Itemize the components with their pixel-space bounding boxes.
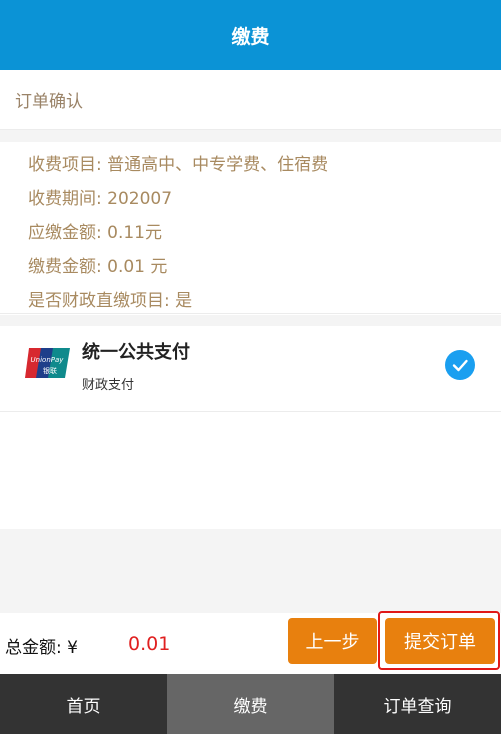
detail-fee-items: 收费项目: 普通高中、中专学费、住宿费 xyxy=(28,155,329,175)
content-spacer-gray xyxy=(0,529,501,613)
unionpay-icon: UnionPay 银联 xyxy=(25,348,70,378)
detail-amount-due: 应缴金额: 0.11元 xyxy=(28,223,162,243)
tab-home[interactable]: 首页 xyxy=(0,674,167,734)
svg-text:UnionPay: UnionPay xyxy=(31,356,65,364)
payment-subtitle: 财政支付 xyxy=(82,378,135,393)
checkmark-circle-icon[interactable] xyxy=(445,350,475,380)
header-bar: 缴费 xyxy=(0,0,501,70)
previous-step-button[interactable]: 上一步 xyxy=(288,618,377,664)
order-confirm-title: 订单确认 xyxy=(15,92,83,112)
tab-payment[interactable]: 缴费 xyxy=(167,674,334,734)
order-confirm-section: 订单确认 xyxy=(0,70,501,130)
detail-fee-period: 收费期间: 202007 xyxy=(28,189,173,209)
payment-option-unified-public-pay[interactable]: UnionPay 银联 统一公共支付 财政支付 xyxy=(0,326,501,412)
total-amount-value: 0.01 xyxy=(128,633,171,655)
detail-amount-paid: 缴费金额: 0.01 元 xyxy=(28,257,168,277)
svg-text:银联: 银联 xyxy=(43,366,57,375)
detail-direct-pay: 是否财政直缴项目: 是 xyxy=(28,291,193,311)
page-title: 缴费 xyxy=(231,25,270,48)
order-action-bar: 总金额: ¥ 0.01 上一步 提交订单 xyxy=(0,611,501,674)
divider xyxy=(0,315,501,326)
divider xyxy=(0,130,501,142)
total-amount-label: 总金额: ¥ xyxy=(5,638,78,658)
tab-order-query[interactable]: 订单查询 xyxy=(334,674,501,734)
content-spacer xyxy=(0,412,501,529)
submit-order-button[interactable]: 提交订单 xyxy=(385,618,495,664)
order-details: 收费项目: 普通高中、中专学费、住宿费 收费期间: 202007 应缴金额: 0… xyxy=(0,142,501,314)
bottom-tab-bar: 首页 缴费 订单查询 xyxy=(0,674,501,734)
payment-name: 统一公共支付 xyxy=(82,342,190,363)
